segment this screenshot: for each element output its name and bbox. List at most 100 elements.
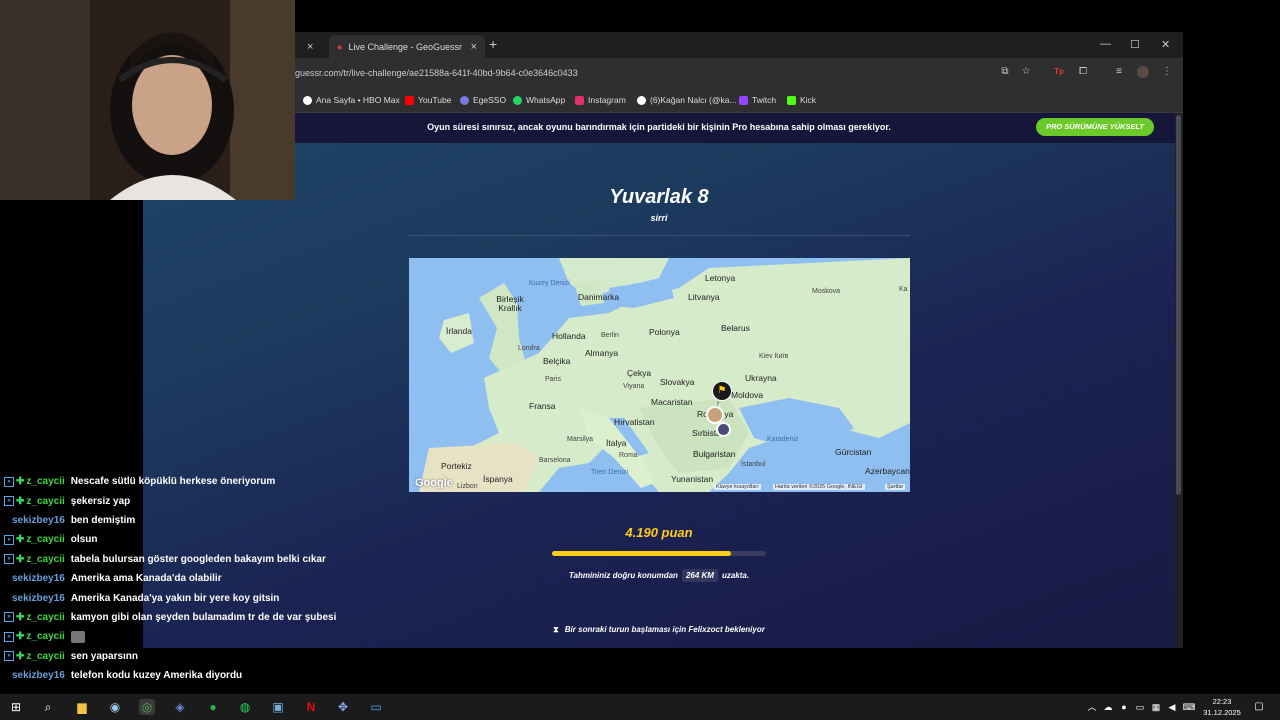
chat-message: » ✚ z_caycii Nescafe sütlü köpüklü herkese …	[0, 472, 400, 491]
file-explorer-icon[interactable]: ▆	[74, 699, 90, 715]
chat-username[interactable]: z_caycii	[26, 554, 64, 565]
clock-time: 22:23	[1212, 697, 1232, 706]
upgrade-pro-button[interactable]: PRO SÜRÜMÜNE YÜKSELT	[1036, 118, 1154, 136]
map-label-country: Danimarka	[578, 292, 620, 302]
tray-chevron-up-icon[interactable]: ︿	[1084, 699, 1100, 715]
sub-badge-icon: ✚	[16, 650, 25, 662]
close-window-icon[interactable]: ✕	[1161, 38, 1170, 51]
notification-icon[interactable]: ▢	[1251, 699, 1267, 715]
map-shortcuts-link[interactable]: Klavye kısayolları	[714, 484, 761, 490]
chat-username[interactable]: sekizbey16	[12, 573, 65, 584]
egesso-icon	[460, 95, 469, 105]
map-label-country: Belarus	[721, 323, 750, 333]
minimize-icon[interactable]: —	[1100, 38, 1111, 50]
sub-badge-icon: ✚	[16, 553, 25, 565]
map-label-sea: Tiren Denizi	[591, 469, 629, 476]
discord-icon[interactable]: ◈	[172, 699, 188, 715]
youtube-icon	[405, 95, 414, 105]
app-window-icon[interactable]: ▭	[368, 699, 384, 715]
page-scrollbar[interactable]	[1176, 115, 1181, 495]
correct-location-flag-icon[interactable]: ⚑	[712, 381, 732, 401]
bookmark-egesso[interactable]: EgeSSO	[460, 95, 506, 105]
map-label-country: Almanya	[585, 348, 619, 358]
tab-close-icon[interactable]: ×	[307, 41, 313, 53]
map-terms-link[interactable]: Şartlar	[885, 484, 906, 490]
chat-message-text: kamyon gibi olan şeyden bulamadım tr de …	[70, 611, 337, 623]
chat-message-text: olsun	[70, 534, 98, 546]
search-icon[interactable]: ⌕	[40, 699, 56, 715]
map-label-country: Bulgaristan	[693, 449, 736, 459]
menu-dots-icon[interactable]: ⋮	[1161, 66, 1173, 78]
app-icon[interactable]: ▣	[270, 699, 286, 715]
sub-badge-icon: ✚	[16, 495, 25, 507]
bookmark-instagram[interactable]: Instagram	[575, 95, 626, 105]
bookmark-star-icon[interactable]: ☆	[1020, 66, 1032, 78]
map-label-country: İtalya	[606, 438, 627, 448]
map-label-city: Londra	[518, 345, 540, 352]
chat-username[interactable]: sekizbey16	[12, 593, 65, 604]
tab-close-icon[interactable]: ×	[471, 41, 477, 53]
keyboard-icon[interactable]: ⌨	[1181, 699, 1197, 715]
netflix-icon[interactable]: N	[303, 699, 319, 715]
onedrive-icon[interactable]: ☁	[1100, 699, 1116, 715]
mod-badge-icon: »	[4, 554, 14, 565]
map-label-city: Paris	[545, 376, 561, 383]
chat-username[interactable]: sekizbey16	[12, 515, 65, 526]
spotify-icon[interactable]: ●	[205, 699, 221, 715]
map-label-country: Fransa	[529, 401, 556, 411]
chat-message: sekizbey16 Amerika ama Kanada'da olabilir	[0, 569, 400, 588]
app-network-icon[interactable]: ✥	[335, 699, 351, 715]
maximize-icon[interactable]: ☐	[1130, 38, 1140, 51]
map-label-city: Barselona	[539, 457, 571, 464]
profile-avatar-icon[interactable]	[1137, 66, 1149, 78]
network-icon[interactable]: ▦	[1148, 699, 1164, 715]
windows-taskbar: ⊞ ⌕ ▆ ◉ ◎ ◈ ● ◍ ▣ N ✥ ▭ ︿ ☁ ● ▭ ▦ ◀ ⌨ 22…	[0, 694, 1280, 720]
chrome-icon[interactable]: ◎	[139, 699, 155, 715]
map-label-country: Litvanya	[688, 292, 720, 302]
chat-username[interactable]: z_caycii	[26, 651, 64, 662]
bookmark-youtube[interactable]: YouTube	[405, 95, 451, 105]
whatsapp-taskbar-icon[interactable]: ◍	[237, 699, 253, 715]
map-label-city: Ka	[899, 286, 908, 293]
tab-live-challenge[interactable]: ● Live Challenge - GeoGuessr ×	[329, 35, 485, 58]
bookmark-twitch[interactable]: Twitch	[739, 95, 776, 105]
chat-message-text: telefon kodu kuzey Amerika diyordu	[70, 670, 243, 682]
player-guess-avatar-icon[interactable]	[716, 422, 731, 437]
chat-username[interactable]: z_caycii	[26, 496, 64, 507]
windows-start-icon[interactable]: ⊞	[8, 699, 24, 715]
volume-icon[interactable]: ◀	[1164, 699, 1180, 715]
steam-icon[interactable]: ◉	[107, 699, 123, 715]
extensions-icon[interactable]: ⧠	[1077, 66, 1089, 78]
chat-username[interactable]: z_caycii	[26, 631, 64, 642]
bookmark-tiktok[interactable]: (6)Kağan Nalcı (@ka...	[637, 95, 737, 105]
bookmark-kick[interactable]: Kick	[787, 95, 816, 105]
map-label-city: Viyana	[623, 383, 645, 390]
battery-icon[interactable]: ▭	[1132, 699, 1148, 715]
round-title: Yuvarlak 8	[609, 186, 709, 208]
map-label-city: İstanbul	[741, 461, 766, 468]
bookmark-hbo-max[interactable]: Ana Sayfa • HBO Max	[303, 95, 400, 105]
chat-username[interactable]: sekizbey16	[12, 670, 65, 681]
tab-previous[interactable]: ×	[293, 35, 323, 58]
microphone-icon[interactable]: ●	[1116, 699, 1132, 715]
url-field[interactable]: guessr.com/tr/live-challenge/ae21588a-64…	[295, 68, 578, 78]
chat-username[interactable]: z_caycii	[26, 612, 64, 623]
media-control-icon[interactable]: ≡	[1113, 66, 1125, 78]
chat-username[interactable]: z_caycii	[26, 534, 64, 545]
map-label-city: Kiev Київ	[759, 353, 789, 360]
map-label-country: Azerbaycan	[865, 466, 910, 476]
new-tab-button[interactable]: +	[489, 36, 497, 52]
chat-username[interactable]: z_caycii	[26, 476, 64, 487]
chat-message-text: şekersiz yap	[70, 495, 131, 507]
map-label-country: Gürcistan	[835, 447, 872, 457]
bookmark-whatsapp[interactable]: WhatsApp	[513, 95, 565, 105]
system-clock[interactable]: 22:23 31.12.2025	[1196, 696, 1248, 718]
map-label-city: Berlin	[601, 332, 619, 339]
result-map[interactable]: Kuzey Denizi Letonya Birleşik Krallık Da…	[409, 258, 910, 492]
map-label-country: Ukrayna	[745, 373, 777, 383]
extension-tp-icon[interactable]: Tp	[1053, 66, 1065, 78]
install-app-icon[interactable]: ⧉	[999, 66, 1011, 78]
map-label-country: Polonya	[649, 327, 680, 337]
sub-badge-icon: ✚	[16, 631, 25, 643]
mod-badge-icon: »	[4, 534, 14, 545]
